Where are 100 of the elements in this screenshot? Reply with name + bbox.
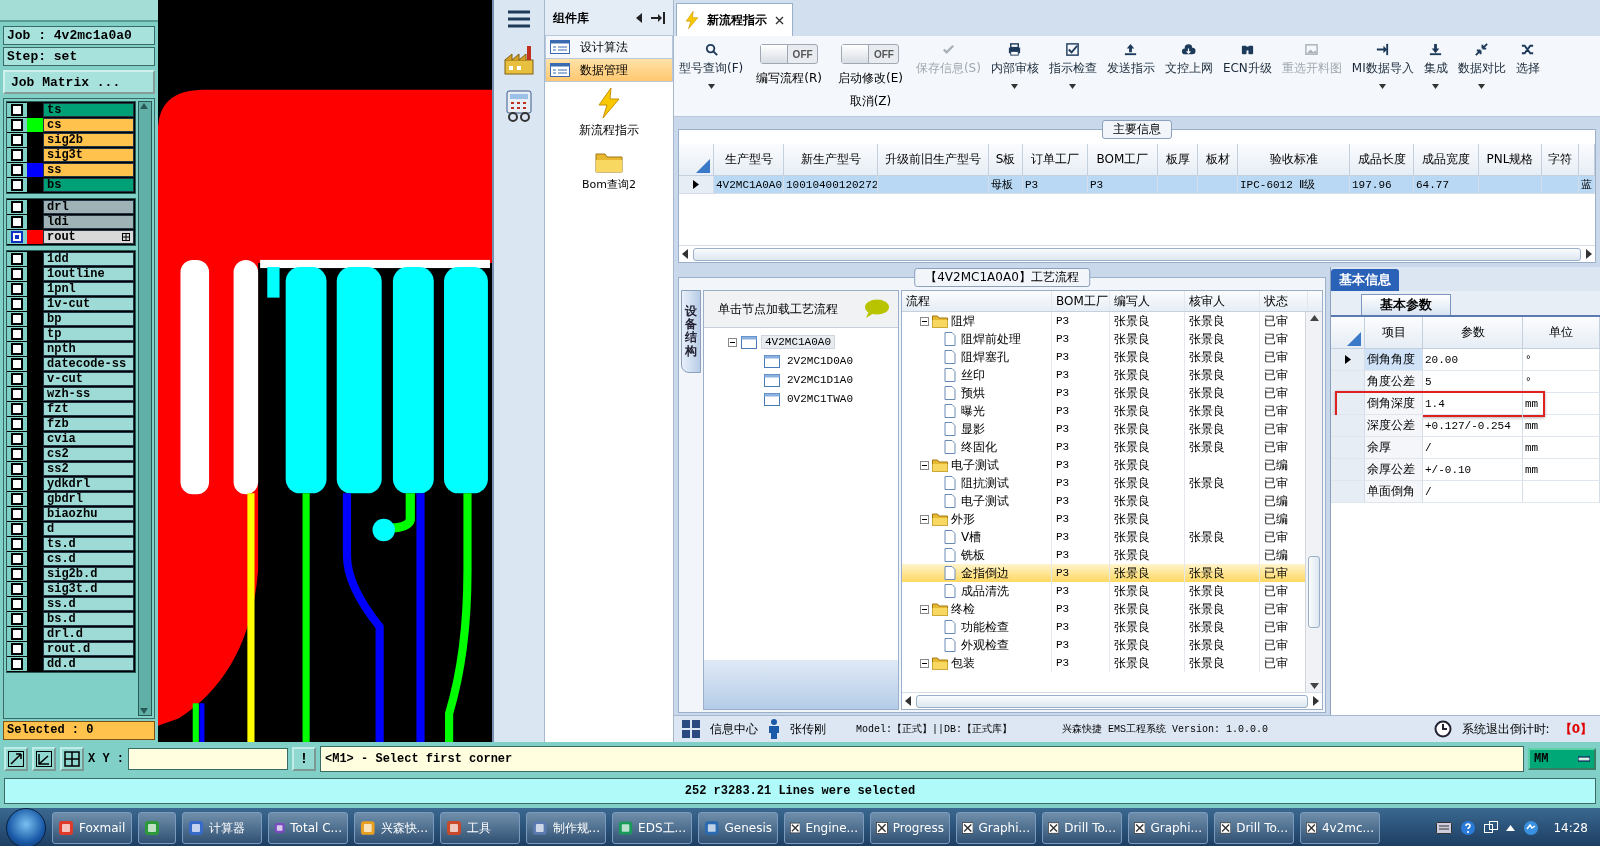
collapse-icon[interactable]	[920, 604, 929, 614]
column-header[interactable]: BOM工厂	[1088, 144, 1158, 176]
job-matrix-button[interactable]: Job Matrix ...	[3, 70, 155, 94]
layer-name[interactable]: cs2	[43, 447, 134, 461]
layer-checkbox[interactable]	[11, 418, 23, 430]
layer-name[interactable]: sig3t.d	[43, 582, 134, 596]
layer-checkbox[interactable]	[11, 358, 23, 370]
component-tile[interactable]: Bom查询2	[545, 145, 673, 198]
column-header[interactable]: 新生产型号	[784, 144, 878, 176]
layer-checkbox[interactable]	[11, 403, 23, 415]
layer-name[interactable]: 1pnl	[43, 282, 134, 296]
layer-name[interactable]: npth	[43, 342, 134, 356]
overlapping-windows-icon[interactable]	[1484, 821, 1499, 835]
tree-node[interactable]: 2V2MC1D0A0	[784, 355, 856, 367]
layer-checkbox[interactable]	[11, 643, 23, 655]
scroll-thumb[interactable]	[693, 247, 1581, 261]
layer-name[interactable]: dd.d	[43, 657, 134, 671]
column-header[interactable]: PNL规格	[1479, 144, 1542, 176]
measure-tool-button[interactable]	[32, 747, 56, 771]
layer-checkbox[interactable]	[11, 433, 23, 445]
layer-name[interactable]: fzt	[43, 402, 134, 416]
left-arrow-icon[interactable]	[681, 249, 689, 259]
table-row[interactable]: 角度公差 5 °	[1331, 371, 1600, 393]
layer-checkbox[interactable]	[11, 448, 23, 460]
layer-name[interactable]: drl	[43, 200, 134, 214]
layer-name[interactable]: ts.d	[43, 537, 134, 551]
layer-name[interactable]: cvia	[43, 432, 134, 446]
side-tab[interactable]: 设备结构	[681, 290, 701, 373]
layer-name[interactable]: fzb	[43, 417, 134, 431]
layer-checkbox[interactable]	[11, 463, 23, 475]
calculator-icon[interactable]	[504, 90, 534, 122]
layer-name[interactable]: 1outline	[43, 267, 134, 281]
sub-tab[interactable]: 基本参数	[1361, 294, 1451, 315]
taskbar-button[interactable]: Foxmail	[52, 812, 132, 844]
column-header[interactable]: 成品长度	[1350, 144, 1414, 176]
row-header[interactable]	[1331, 349, 1365, 371]
units-dropdown[interactable]: MM	[1528, 748, 1596, 770]
layer-checkbox[interactable]	[11, 216, 23, 228]
layer-name[interactable]: sig2b.d	[43, 567, 134, 581]
layer-name[interactable]: ss.d	[43, 597, 134, 611]
collapse-icon[interactable]	[920, 316, 929, 326]
layer-name[interactable]: rout	[43, 230, 134, 244]
taskbar-button[interactable]	[138, 812, 176, 844]
toolbar-button[interactable]: 数据对比	[1452, 36, 1511, 116]
grid-icon[interactable]	[682, 720, 700, 738]
layer-checkbox[interactable]	[11, 268, 23, 280]
taskbar-button[interactable]: Engine...	[784, 812, 864, 844]
toggle-switch[interactable]: OFF	[841, 44, 900, 64]
column-header[interactable]: 成品宽度	[1414, 144, 1479, 176]
up-arrow-icon[interactable]	[1506, 825, 1516, 831]
column-header[interactable]: 单位	[1523, 317, 1600, 349]
layer-checkbox[interactable]	[11, 583, 23, 595]
toolbar-button[interactable]: 指示检查	[1043, 36, 1102, 116]
table-row[interactable]: 倒角角度 20.00 °	[1331, 349, 1600, 371]
collapse-icon[interactable]	[920, 460, 929, 470]
up-arrow-icon[interactable]	[1309, 315, 1319, 321]
vertical-scrollbar[interactable]	[1305, 312, 1322, 692]
layer-checkbox[interactable]	[11, 658, 23, 670]
taskbar-button[interactable]: Total C...	[268, 812, 348, 844]
left-arrow-icon[interactable]	[904, 696, 912, 706]
layer-checkbox[interactable]	[11, 523, 23, 535]
layer-checkbox[interactable]	[11, 313, 23, 325]
column-header[interactable]: 流程	[906, 292, 930, 310]
column-header[interactable]: 板材	[1198, 144, 1238, 176]
layer-name[interactable]: sig3t	[43, 148, 134, 162]
component-tile[interactable]: 新流程指示	[545, 82, 673, 145]
column-header[interactable]: 升级前旧生产型号	[878, 144, 989, 176]
column-header[interactable]: 参数	[1423, 317, 1523, 349]
column-header[interactable]: 字符	[1542, 144, 1579, 176]
layer-name[interactable]: v-cut	[43, 372, 134, 386]
column-header[interactable]: S板	[989, 144, 1023, 176]
layer-name[interactable]: d	[43, 522, 134, 536]
layer-checkbox[interactable]	[11, 598, 23, 610]
layer-name[interactable]: wzh-ss	[43, 387, 134, 401]
layer-checkbox[interactable]	[11, 493, 23, 505]
table-row[interactable]: 余厚 / mm	[1331, 437, 1600, 459]
layer-checkbox[interactable]	[11, 179, 23, 191]
row-header[interactable]	[679, 176, 714, 194]
layer-checkbox[interactable]	[11, 508, 23, 520]
scroll-thumb[interactable]	[1308, 556, 1320, 628]
sign-in-icon[interactable]	[651, 12, 665, 24]
keyboard-icon[interactable]	[1436, 822, 1453, 834]
layer-checkbox[interactable]	[11, 134, 23, 146]
layer-checkbox[interactable]	[11, 231, 23, 243]
layer-checkbox[interactable]	[11, 283, 23, 295]
column-header[interactable]: 编写人	[1114, 292, 1150, 310]
column-header[interactable]: 状态	[1264, 292, 1288, 310]
layer-name[interactable]: datecode-ss	[43, 357, 134, 371]
grid-tool-button[interactable]	[60, 747, 84, 771]
layer-checkbox[interactable]	[11, 149, 23, 161]
column-header[interactable]: 板厚	[1158, 144, 1198, 176]
layer-name[interactable]: ts	[43, 103, 134, 117]
layer-checkbox[interactable]	[11, 568, 23, 580]
taskbar-button[interactable]: 制作规...	[526, 812, 606, 844]
layer-checkbox[interactable]	[11, 613, 23, 625]
taskbar-button[interactable]: Drill To...	[1042, 812, 1122, 844]
network-icon[interactable]	[1523, 820, 1540, 836]
toolbar-button[interactable]: 型号查询(F)	[674, 36, 749, 116]
layer-name[interactable]: ss	[43, 163, 134, 177]
layer-name[interactable]: bs	[43, 178, 134, 192]
